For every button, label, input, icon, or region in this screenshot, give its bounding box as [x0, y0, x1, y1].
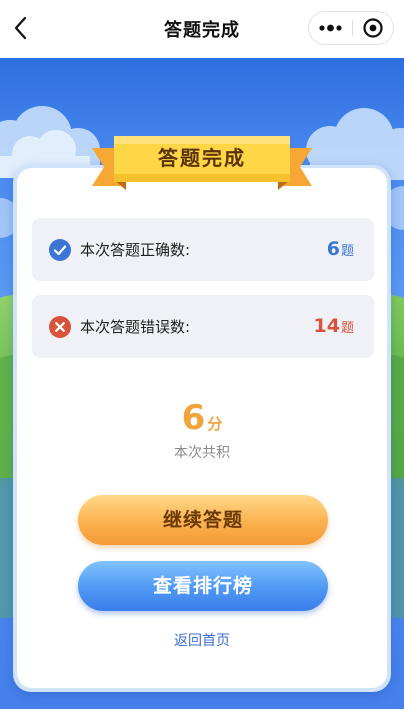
banner-title: 答题完成 [158, 146, 246, 170]
target-circle-icon [363, 18, 383, 38]
correct-count-row: 本次答题正确数: 6题 [32, 218, 374, 281]
navigation-bar: 答题完成 [0, 0, 404, 58]
wrong-count-number: 14 [313, 315, 340, 337]
x-circle-icon [49, 316, 71, 338]
score-caption: 本次共积 [174, 445, 230, 461]
score-display: 6分 [0, 398, 404, 438]
wrong-count-row: 本次答题错误数: 14题 [32, 295, 374, 358]
view-leaderboard-button[interactable]: 查看排行榜 [78, 561, 328, 611]
score-unit: 分 [207, 415, 223, 433]
score-value: 6 [181, 398, 206, 438]
check-circle-icon [49, 239, 71, 261]
correct-count-value: 6题 [327, 237, 354, 264]
continue-quiz-button[interactable]: 继续答题 [78, 495, 328, 545]
wrong-count-value: 14题 [314, 314, 354, 341]
correct-count-unit: 题 [340, 244, 354, 259]
wrong-count-unit: 题 [340, 321, 354, 336]
more-dots-icon [319, 24, 342, 32]
mini-program-capsule [308, 11, 394, 45]
correct-count-label: 本次答题正确数: [80, 241, 191, 259]
correct-count-number: 6 [326, 238, 340, 260]
wrong-count-label: 本次答题错误数: [80, 318, 191, 336]
home-link-container: 返回首页 [0, 630, 404, 650]
more-button[interactable] [309, 12, 352, 44]
close-mini-program-button[interactable] [353, 12, 394, 44]
back-to-home-link[interactable]: 返回首页 [174, 633, 230, 649]
